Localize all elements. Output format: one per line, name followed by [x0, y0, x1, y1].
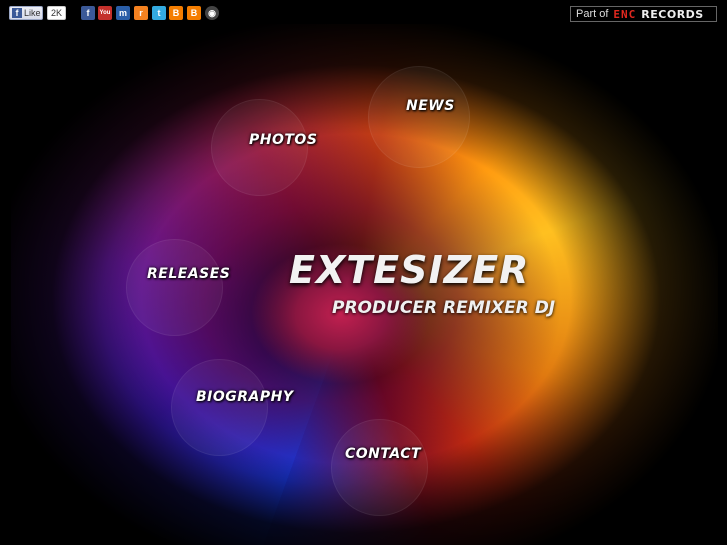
- rss-icon: r: [139, 8, 143, 18]
- facebook-like-button[interactable]: f Like: [9, 6, 43, 20]
- artist-logo-title: EXTESIZER: [289, 248, 530, 292]
- records-logo: RECORDS: [641, 7, 704, 21]
- social-twitter-link[interactable]: t: [152, 6, 166, 20]
- main-stage: NEWS PHOTOS RELEASES BIOGRAPHY CONTACT E…: [11, 24, 718, 545]
- nav-contact-link[interactable]: CONTACT: [345, 446, 421, 462]
- social-rss-link[interactable]: r: [134, 6, 148, 20]
- enc-logo: ENC: [613, 7, 637, 21]
- nav-biography-link[interactable]: BIOGRAPHY: [196, 389, 294, 405]
- social-disc-link[interactable]: ◉: [205, 6, 219, 20]
- contact-bubble: [331, 419, 428, 516]
- nav-photos-link[interactable]: PHOTOS: [249, 132, 317, 148]
- news-bubble: [368, 66, 470, 168]
- facebook-icon: f: [86, 8, 90, 18]
- blogger-icon: B: [172, 8, 180, 18]
- nav-releases-link[interactable]: RELEASES: [147, 266, 230, 282]
- twitter-icon: t: [157, 8, 161, 18]
- top-bar: f Like 2K f You m r t B B ◉ Part of ENC …: [0, 0, 727, 24]
- youtube-icon: You: [99, 10, 111, 16]
- artist-logo-subtitle: PRODUCER REMIXER DJ: [332, 298, 556, 318]
- enc-records-banner[interactable]: Part of ENC RECORDS: [570, 6, 717, 22]
- part-of-label: Part of: [576, 8, 609, 20]
- releases-bubble: [126, 239, 223, 336]
- nav-news-link[interactable]: NEWS: [406, 98, 455, 114]
- social-blogger-alt-link[interactable]: B: [187, 6, 201, 20]
- biography-bubble: [171, 359, 268, 456]
- myspace-icon: m: [118, 8, 127, 18]
- social-facebook-link[interactable]: f: [81, 6, 95, 20]
- like-label: Like: [24, 8, 41, 18]
- facebook-icon: f: [12, 8, 22, 18]
- social-blogger-link[interactable]: B: [169, 6, 183, 20]
- blogger-alt-icon: B: [190, 8, 198, 18]
- disc-icon: ◉: [208, 7, 216, 18]
- social-myspace-link[interactable]: m: [116, 6, 130, 20]
- like-count: 2K: [47, 6, 66, 20]
- social-youtube-link[interactable]: You: [98, 6, 112, 20]
